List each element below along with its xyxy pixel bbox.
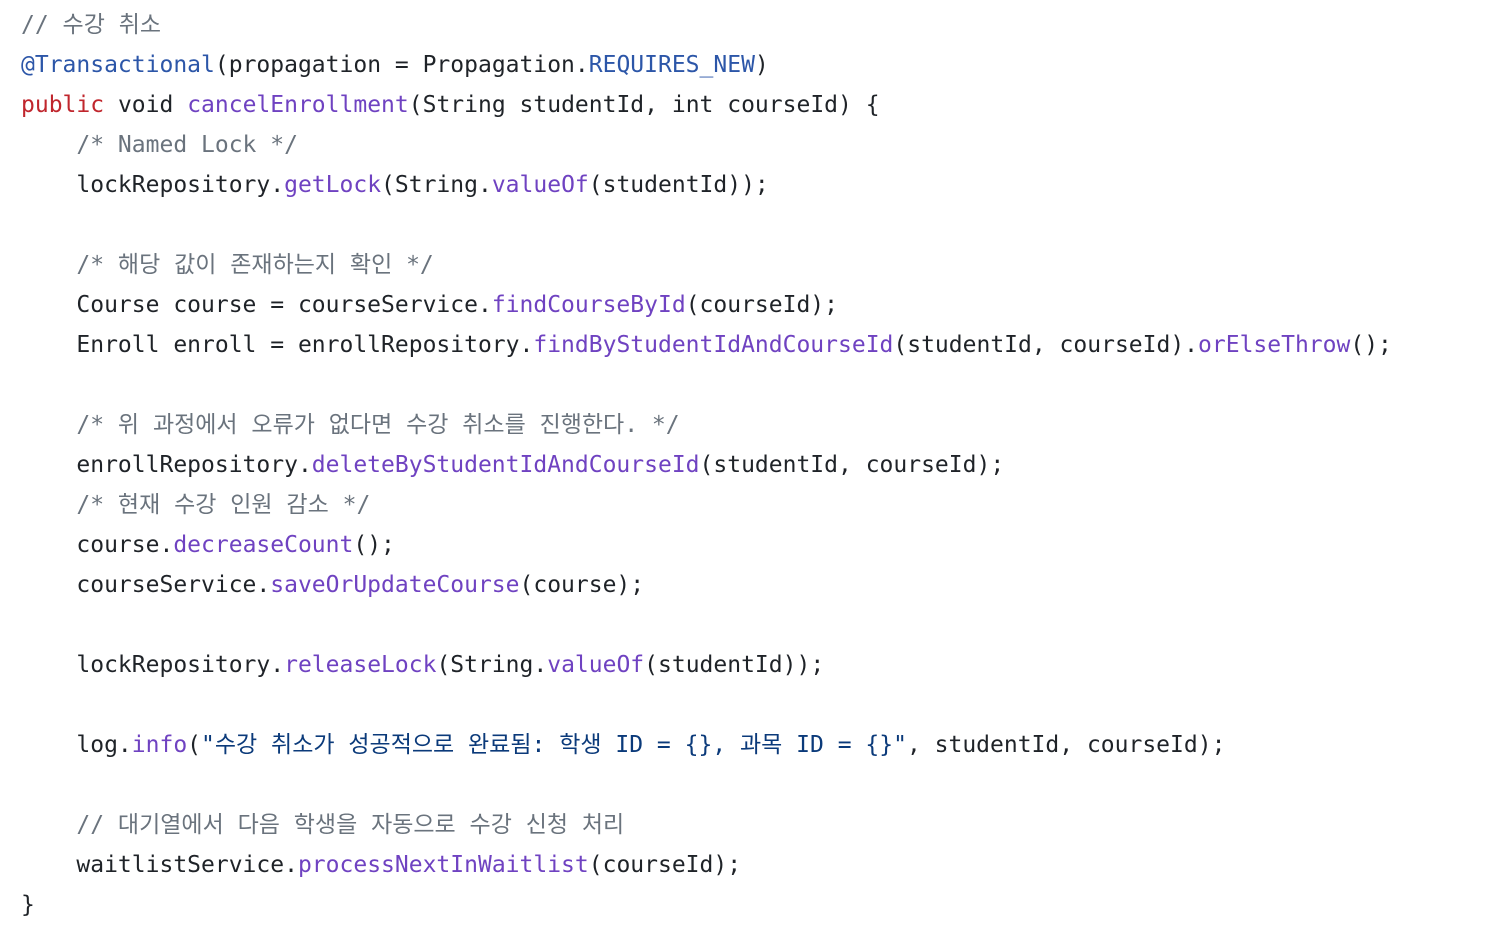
code-token-plain: lockRepository. bbox=[21, 652, 285, 678]
code-line: /* 현재 수강 인원 감소 */ bbox=[21, 485, 1485, 525]
code-line: // 수강 취소 bbox=[21, 5, 1485, 45]
code-line: enrollRepository.deleteByStudentIdAndCou… bbox=[21, 445, 1485, 485]
code-token-plain: (studentId, courseId); bbox=[699, 452, 1005, 478]
code-token-comment: /* 해당 값이 존재하는지 확인 */ bbox=[76, 252, 434, 278]
code-token-plain: enrollRepository. bbox=[21, 452, 312, 478]
code-token-plain: , studentId, courseId); bbox=[906, 732, 1226, 758]
code-token-plain: course. bbox=[21, 532, 174, 558]
code-line: courseService.saveOrUpdateCourse(course)… bbox=[21, 565, 1485, 605]
code-token-method: releaseLock bbox=[284, 652, 437, 678]
code-line: waitlistService.processNextInWaitlist(co… bbox=[21, 845, 1485, 885]
code-token-plain: (); bbox=[353, 532, 395, 558]
code-token-plain: log. bbox=[21, 732, 132, 758]
code-line: Enroll enroll = enrollRepository.findByS… bbox=[21, 325, 1485, 365]
code-token-comment: /* Named Lock */ bbox=[76, 132, 298, 158]
code-token-plain: ( bbox=[187, 732, 202, 758]
code-token-method: orElseThrow bbox=[1198, 332, 1351, 358]
code-token-plain: (studentId, courseId). bbox=[893, 332, 1199, 358]
code-token-method: processNextInWaitlist bbox=[297, 852, 589, 878]
code-token-method: findByStudentIdAndCourseId bbox=[533, 332, 894, 358]
code-line: lockRepository.getLock(String.valueOf(st… bbox=[21, 165, 1485, 205]
code-line: } bbox=[21, 885, 1485, 925]
code-token-annotation: @Transactional bbox=[21, 52, 215, 78]
code-token-plain: Course course = courseService. bbox=[21, 292, 492, 318]
code-token-plain: (courseId); bbox=[588, 852, 742, 878]
code-token-comment: // 대기열에서 다음 학생을 자동으로 수강 신청 처리 bbox=[76, 812, 625, 838]
code-token-plain: (studentId)); bbox=[588, 172, 769, 198]
code-token-comment: // 수강 취소 bbox=[21, 12, 162, 38]
code-token-plain: Enroll enroll = enrollRepository. bbox=[21, 332, 534, 358]
code-token-plain: courseService. bbox=[21, 572, 271, 598]
code-line: lockRepository.releaseLock(String.valueO… bbox=[21, 645, 1485, 685]
code-token-method: cancelEnrollment bbox=[187, 92, 409, 118]
code-token-plain: waitlistService. bbox=[21, 852, 298, 878]
code-line: course.decreaseCount(); bbox=[21, 525, 1485, 565]
code-token-method: saveOrUpdateCourse bbox=[270, 572, 520, 598]
code-token-method: getLock bbox=[284, 172, 382, 198]
code-token-plain: lockRepository. bbox=[21, 172, 285, 198]
code-token-plain: (studentId)); bbox=[644, 652, 825, 678]
code-token-plain: } bbox=[21, 892, 35, 918]
code-token-plain: (String. bbox=[381, 172, 492, 198]
code-token-method: findCourseById bbox=[491, 292, 686, 318]
code-token-keyword: public bbox=[21, 92, 105, 118]
code-line: /* Named Lock */ bbox=[21, 125, 1485, 165]
code-line: // 대기열에서 다음 학생을 자동으로 수강 신청 처리 bbox=[21, 805, 1485, 845]
code-block: // 수강 취소 @Transactional(propagation = Pro… bbox=[0, 0, 1485, 925]
code-token-plain: void bbox=[104, 92, 188, 118]
code-token-plain: (course); bbox=[519, 572, 645, 598]
code-line: Course course = courseService.findCourse… bbox=[21, 285, 1485, 325]
code-token-string: "수강 취소가 성공적으로 완료됨: 학생 ID = {}, 과목 ID = {… bbox=[201, 732, 907, 758]
code-token-plain: ) bbox=[754, 52, 769, 78]
code-token-method: deleteByStudentIdAndCourseId bbox=[311, 452, 700, 478]
code-token-plain: (courseId); bbox=[685, 292, 839, 318]
code-token-method: decreaseCount bbox=[173, 532, 354, 558]
code-token-comment: /* 위 과정에서 오류가 없다면 수강 취소를 진행한다. */ bbox=[76, 412, 680, 438]
code-token-const: REQUIRES_NEW bbox=[588, 52, 755, 78]
code-token-method: info bbox=[131, 732, 188, 758]
code-line: log.info("수강 취소가 성공적으로 완료됨: 학생 ID = {}, … bbox=[21, 725, 1485, 765]
code-line: @Transactional(propagation = Propagation… bbox=[21, 45, 1485, 85]
code-token-method: valueOf bbox=[547, 652, 645, 678]
code-token-plain: (String. bbox=[436, 652, 548, 678]
code-line: public void cancelEnrollment(String stud… bbox=[21, 85, 1485, 125]
code-token-comment: /* 현재 수강 인원 감소 */ bbox=[76, 492, 371, 518]
code-line: /* 해당 값이 존재하는지 확인 */ bbox=[21, 245, 1485, 285]
code-token-plain: (); bbox=[1350, 332, 1392, 358]
code-token-plain: (String studentId, int courseId) { bbox=[408, 92, 880, 118]
code-line: /* 위 과정에서 오류가 없다면 수강 취소를 진행한다. */ bbox=[21, 405, 1485, 445]
code-token-method: valueOf bbox=[491, 172, 589, 198]
code-token-plain: (propagation = Propagation. bbox=[214, 52, 589, 78]
